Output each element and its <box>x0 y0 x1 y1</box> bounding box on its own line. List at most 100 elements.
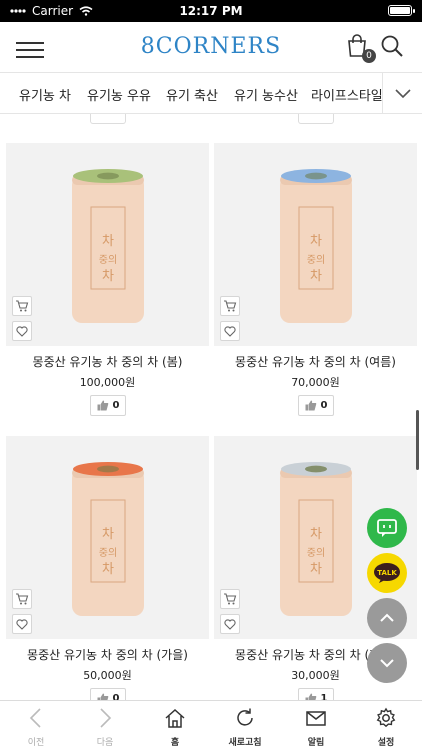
scroll-bottom-button[interactable] <box>367 643 407 683</box>
status-time: 12:17 PM <box>179 4 243 18</box>
add-to-cart-button[interactable] <box>12 589 32 609</box>
thumbs-up-icon <box>305 693 316 700</box>
wishlist-button[interactable] <box>220 614 240 634</box>
scrollbar[interactable] <box>416 410 419 470</box>
tab-organic-tea[interactable]: 유기농 차 <box>19 85 71 104</box>
like-button[interactable]: 1 <box>298 688 334 700</box>
refresh-button[interactable]: 새로고침 <box>215 707 275 748</box>
back-label: 이전 <box>27 738 45 748</box>
like-count: 0 <box>112 693 120 700</box>
tea-canister-image: 차 중의 차 <box>280 169 352 323</box>
chevron-up-icon <box>380 613 394 622</box>
svg-text:차: 차 <box>310 234 322 249</box>
svg-text:차: 차 <box>102 269 114 284</box>
product-card[interactable]: 차 중의 차 몽중산 유기농 차 중의 차 (봄) 100,000원 0 <box>6 143 209 416</box>
heart-icon <box>16 325 28 337</box>
svg-text:차: 차 <box>310 269 322 284</box>
refresh-icon <box>237 708 253 726</box>
wishlist-button[interactable] <box>12 321 32 341</box>
svg-text:차: 차 <box>310 562 322 577</box>
forward-button[interactable]: 다음 <box>75 707 135 748</box>
refresh-label: 새로고침 <box>228 738 262 748</box>
home-icon <box>165 708 185 728</box>
add-to-cart-button[interactable] <box>220 589 240 609</box>
thumbs-up-icon <box>97 693 108 700</box>
product-price: 50,000원 <box>83 669 132 682</box>
cart-icon <box>16 593 29 605</box>
product-image[interactable]: 차 중의 차 <box>6 436 209 639</box>
product-image[interactable]: 차 중의 차 <box>214 143 417 346</box>
scroll-top-button[interactable] <box>367 598 407 638</box>
svg-text:차: 차 <box>102 527 114 542</box>
like-button-partial[interactable] <box>298 114 334 124</box>
product-price: 70,000원 <box>291 376 340 389</box>
product-card[interactable]: 차 중의 차 몽중산 유기농 차 중의 차 (가을) 50,000원 0 <box>6 436 209 700</box>
category-tabs: 유기농 차 유기농 우유 유기 축산 유기 농수산 라이프스타일 <box>0 72 422 114</box>
chat-button[interactable] <box>367 508 407 548</box>
tab-organic-milk[interactable]: 유기농 우유 <box>87 85 151 104</box>
product-name[interactable]: 몽중산 유기농 차 중의 차 (여름) <box>214 353 417 370</box>
tab-organic-livestock[interactable]: 유기 축산 <box>166 85 218 104</box>
heart-icon <box>16 618 28 630</box>
product-list: 차 중의 차 몽중산 유기농 차 중의 차 (봄) 100,000원 0 차 중… <box>0 114 422 700</box>
svg-text:중의: 중의 <box>99 547 117 559</box>
tea-canister-image: 차 중의 차 <box>72 169 144 323</box>
status-bar: Carrier 12:17 PM <box>0 0 422 22</box>
thumbs-up-icon <box>97 400 108 411</box>
chevron-right-icon <box>100 708 112 728</box>
cart-icon <box>224 300 237 312</box>
home-label: 홈 <box>170 738 180 748</box>
product-name[interactable]: 몽중산 유기농 차 중의 차 (가을) <box>6 646 209 663</box>
mail-icon <box>306 711 326 726</box>
chevron-left-icon <box>29 708 41 728</box>
heart-icon <box>224 325 236 337</box>
svg-text:차: 차 <box>102 234 114 249</box>
chevron-down-icon <box>380 659 394 668</box>
svg-text:차: 차 <box>102 562 114 577</box>
notification-button[interactable]: 알림 <box>286 707 346 748</box>
settings-button[interactable]: 설정 <box>356 707 416 748</box>
app-header: 8CORNERS 0 <box>0 22 422 72</box>
kakao-talk-button[interactable]: TALK <box>367 553 407 593</box>
kakao-talk-icon: TALK <box>374 563 400 583</box>
like-button[interactable]: 0 <box>298 395 334 416</box>
battery-icon <box>388 5 415 16</box>
like-count: 1 <box>320 693 328 700</box>
gear-icon <box>376 707 396 728</box>
cart-count-badge: 0 <box>362 49 376 63</box>
heart-icon <box>224 618 236 630</box>
tab-organic-agrifood[interactable]: 유기 농수산 <box>234 85 298 104</box>
notification-label: 알림 <box>307 738 325 748</box>
cart-icon <box>224 593 237 605</box>
talk-label: TALK <box>377 569 397 577</box>
thumbs-up-icon <box>305 400 316 411</box>
like-count: 0 <box>112 400 120 411</box>
tabs-expand-button[interactable] <box>382 73 422 113</box>
tea-canister-image: 차 중의 차 <box>280 462 352 616</box>
like-button-partial[interactable] <box>90 114 126 124</box>
svg-text:중의: 중의 <box>307 547 325 559</box>
product-card[interactable]: 차 중의 차 몽중산 유기농 차 중의 차 (여름) 70,000원 0 <box>214 143 417 416</box>
product-price: 100,000원 <box>79 376 136 389</box>
add-to-cart-button[interactable] <box>12 296 32 316</box>
wishlist-button[interactable] <box>12 614 32 634</box>
wishlist-button[interactable] <box>220 321 240 341</box>
svg-text:차: 차 <box>310 527 322 542</box>
chat-bubble-icon <box>377 519 397 537</box>
product-name[interactable]: 몽중산 유기농 차 중의 차 (봄) <box>6 353 209 370</box>
product-image[interactable]: 차 중의 차 <box>6 143 209 346</box>
cart-button[interactable]: 0 <box>346 34 376 63</box>
back-button[interactable]: 이전 <box>6 707 66 748</box>
cart-icon <box>16 300 29 312</box>
home-button[interactable]: 홈 <box>145 707 205 748</box>
svg-text:중의: 중의 <box>307 254 325 266</box>
add-to-cart-button[interactable] <box>220 296 240 316</box>
forward-label: 다음 <box>96 738 114 748</box>
like-button[interactable]: 0 <box>90 395 126 416</box>
tab-lifestyle[interactable]: 라이프스타일 <box>311 85 383 104</box>
like-button[interactable]: 0 <box>90 688 126 700</box>
svg-text:중의: 중의 <box>99 254 117 266</box>
settings-label: 설정 <box>377 738 395 748</box>
chevron-down-icon <box>395 89 411 99</box>
search-button[interactable] <box>380 34 406 60</box>
